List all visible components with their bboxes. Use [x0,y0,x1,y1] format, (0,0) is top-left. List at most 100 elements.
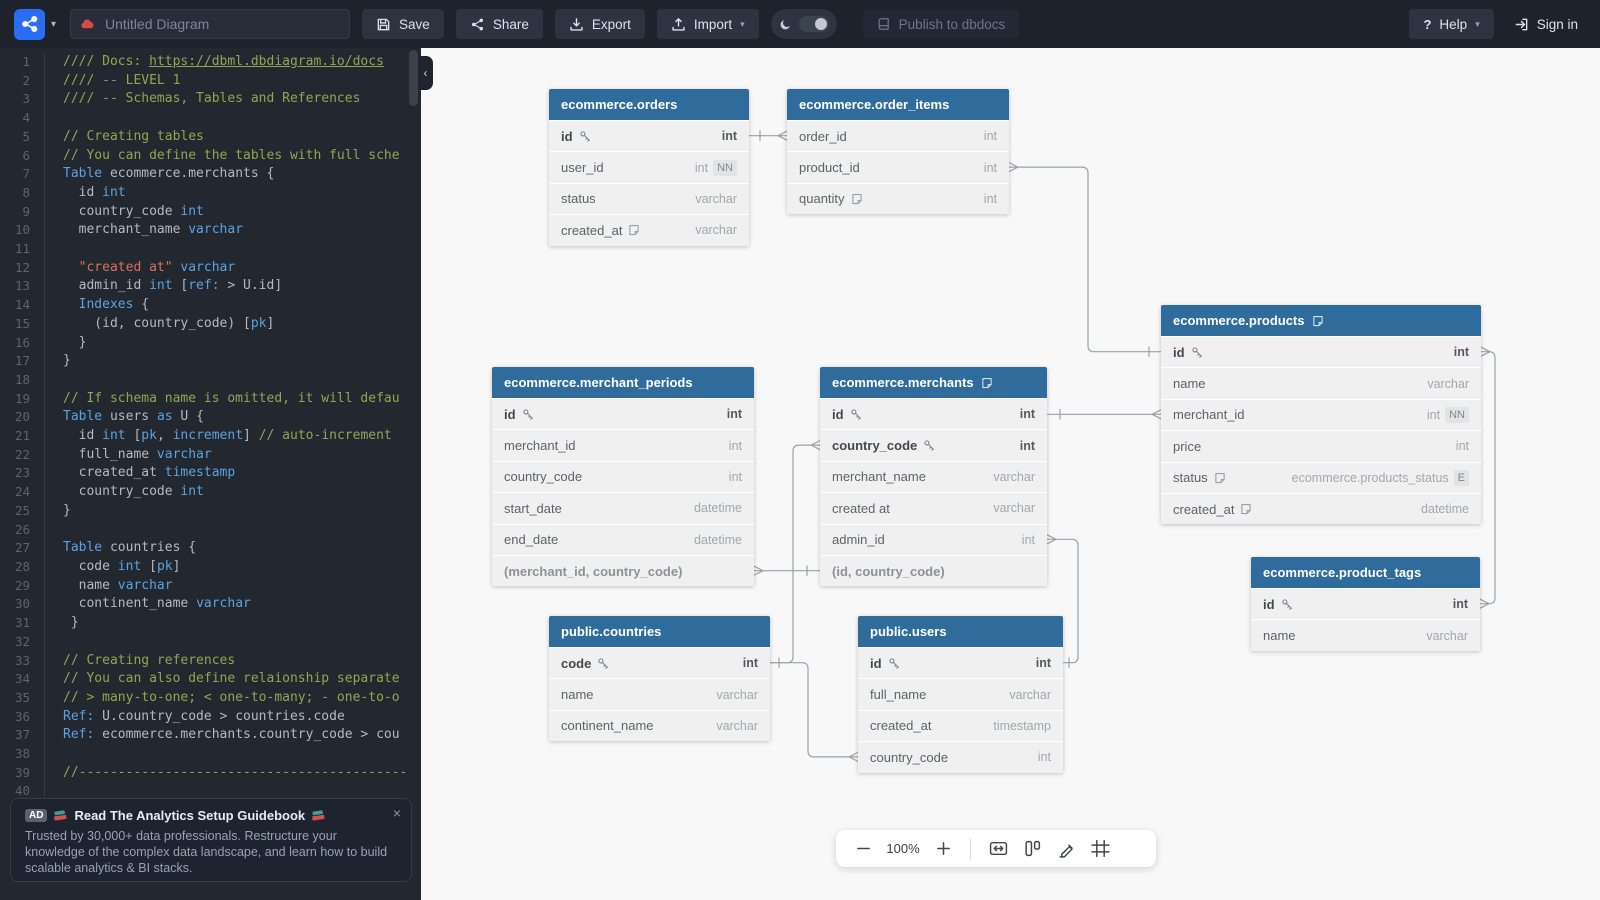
dbml-code-editor[interactable]: 1//// Docs: https://dbml.dbdiagram.io/do… [0,48,421,900]
ad-banner[interactable]: AD Read The Analytics Setup Guidebook Tr… [10,798,412,882]
import-upload-icon [671,17,686,32]
field-row-id[interactable]: idint [549,120,749,151]
code-text: // Creating tables [44,128,421,147]
code-line: 9 country_code int [0,203,421,222]
field-row-name[interactable]: namevarchar [1161,367,1481,398]
diagram-canvas[interactable]: ecommerce.ordersidintuser_idintNNstatusv… [421,48,1600,900]
field-row-country_code[interactable]: country_codeint [820,429,1047,460]
logo-chevron-down-icon[interactable]: ▾ [51,19,56,30]
field-row-code[interactable]: codeint [549,647,770,678]
field-row-created_at[interactable]: created_attimestamp [858,710,1063,741]
code-text: Table countries { [44,539,421,558]
code-line: 38 [0,745,421,764]
field-row-product_id[interactable]: product_idint [787,151,1009,182]
table-countries[interactable]: public.countriescodeintnamevarcharcontin… [549,616,770,741]
field-row-admin_id[interactable]: admin_idint [820,524,1047,555]
diagram-title-wrap [70,9,350,39]
zoom-out-button[interactable] [848,834,878,864]
field-row-start_date[interactable]: start_datedatetime [492,492,754,523]
auto-arrange-button[interactable] [1017,834,1047,864]
field-row-full_name[interactable]: full_namevarchar [858,678,1063,709]
field-row-country_code[interactable]: country_codeint [492,461,754,492]
publish-dbdocs-button[interactable]: Publish to dbdocs [863,9,1020,39]
field-row-user_id[interactable]: user_idintNN [549,151,749,182]
table-users[interactable]: public.usersidintfull_namevarcharcreated… [858,616,1063,773]
field-name: country_code [870,750,948,765]
relationship-line-products.id-product_tags.id[interactable] [1480,347,1495,608]
frame-button[interactable] [1085,834,1115,864]
field-row-end_date[interactable]: end_datedatetime [492,524,754,555]
relationship-line-orders.id-order_items.order_id[interactable] [749,131,787,140]
field-type: ecommerce.products_statusE [1278,470,1469,486]
field-row-continent_name[interactable]: continent_namevarchar [549,710,770,741]
field-badge-E: E [1454,470,1469,486]
sign-in-button[interactable]: Sign in [1506,9,1586,39]
code-line: 1//// Docs: https://dbml.dbdiagram.io/do… [0,53,421,72]
relationship-line-order_items.product_id-products.id[interactable] [1009,163,1161,357]
field-row-created_at[interactable]: created_atdatetime [1161,493,1481,524]
fit-to-screen-button[interactable] [983,834,1013,864]
table-header-merchants[interactable]: ecommerce.merchants [820,367,1047,398]
code-text: created_at timestamp [44,464,421,483]
field-row-merchant_id[interactable]: merchant_idint [492,429,754,460]
field-row-order_id[interactable]: order_idint [787,120,1009,151]
line-number: 38 [0,745,44,764]
share-button[interactable]: Share [456,9,543,39]
relationship-line-merchants.id-products.merchant_id[interactable] [1047,410,1161,419]
collapse-editor-button[interactable]: ‹ [418,56,433,90]
field-row-id[interactable]: idint [492,398,754,429]
table-header-users[interactable]: public.users [858,616,1063,647]
field-row-status[interactable]: statusvarchar [549,183,749,214]
table-merchant_periods[interactable]: ecommerce.merchant_periodsidintmerchant_… [492,367,754,586]
code-text: //--------------------------------------… [44,764,421,783]
field-row-composite[interactable]: (id, country_code) [820,555,1047,586]
field-row-merchant_name[interactable]: merchant_namevarchar [820,461,1047,492]
highlighter-button[interactable] [1051,834,1081,864]
relationship-line-merchant_periods.composite-merchants.composite[interactable] [754,566,820,575]
table-order_items[interactable]: ecommerce.order_itemsorder_idintproduct_… [787,89,1009,214]
ad-close-button[interactable]: × [393,805,401,821]
editor-scrollbar-thumb[interactable] [409,50,418,106]
relationship-line-countries.code-users.country_code[interactable] [770,663,858,762]
table-orders[interactable]: ecommerce.ordersidintuser_idintNNstatusv… [549,89,749,246]
field-row-merchant_id[interactable]: merchant_idintNN [1161,399,1481,430]
field-row-composite[interactable]: (merchant_id, country_code) [492,555,754,586]
field-row-id[interactable]: idint [858,647,1063,678]
field-row-created at[interactable]: created atvarchar [820,492,1047,523]
table-header-product_tags[interactable]: ecommerce.product_tags [1251,557,1480,588]
line-number: 36 [0,708,44,727]
import-button[interactable]: Import ▾ [657,9,759,39]
field-name: id [832,407,844,422]
table-header-order_items[interactable]: ecommerce.order_items [787,89,1009,120]
help-button[interactable]: ? Help ▾ [1409,9,1493,39]
table-product_tags[interactable]: ecommerce.product_tagsidintnamevarchar [1251,557,1480,651]
field-row-created_at[interactable]: created_atvarchar [549,214,749,245]
field-row-name[interactable]: namevarchar [549,678,770,709]
field-name: product_id [799,160,860,175]
export-button[interactable]: Export [555,9,645,39]
zoom-in-button[interactable] [928,834,958,864]
note-icon [1214,472,1226,484]
field-row-price[interactable]: priceint [1161,430,1481,461]
relationship-line-countries.code-merchants.country_code[interactable] [770,441,820,668]
table-header-products[interactable]: ecommerce.products [1161,305,1481,336]
field-row-status[interactable]: statusecommerce.products_statusE [1161,462,1481,493]
field-row-quantity[interactable]: quantityint [787,183,1009,214]
table-merchants[interactable]: ecommerce.merchantsidintcountry_codeintm… [820,367,1047,586]
import-label: Import [694,17,732,32]
table-header-countries[interactable]: public.countries [549,616,770,647]
line-number: 39 [0,764,44,783]
code-text: } [44,352,421,371]
field-row-id[interactable]: idint [1161,336,1481,367]
app-logo[interactable] [14,9,45,40]
field-row-id[interactable]: idint [820,398,1047,429]
diagram-title-input[interactable] [70,9,350,39]
table-header-orders[interactable]: ecommerce.orders [549,89,749,120]
save-button[interactable]: Save [362,9,444,39]
field-row-name[interactable]: namevarchar [1251,619,1480,650]
table-header-merchant_periods[interactable]: ecommerce.merchant_periods [492,367,754,398]
table-products[interactable]: ecommerce.productsidintnamevarcharmercha… [1161,305,1481,524]
dark-mode-toggle[interactable] [771,9,837,39]
field-row-country_code[interactable]: country_codeint [858,741,1063,772]
field-row-id[interactable]: idint [1251,588,1480,619]
